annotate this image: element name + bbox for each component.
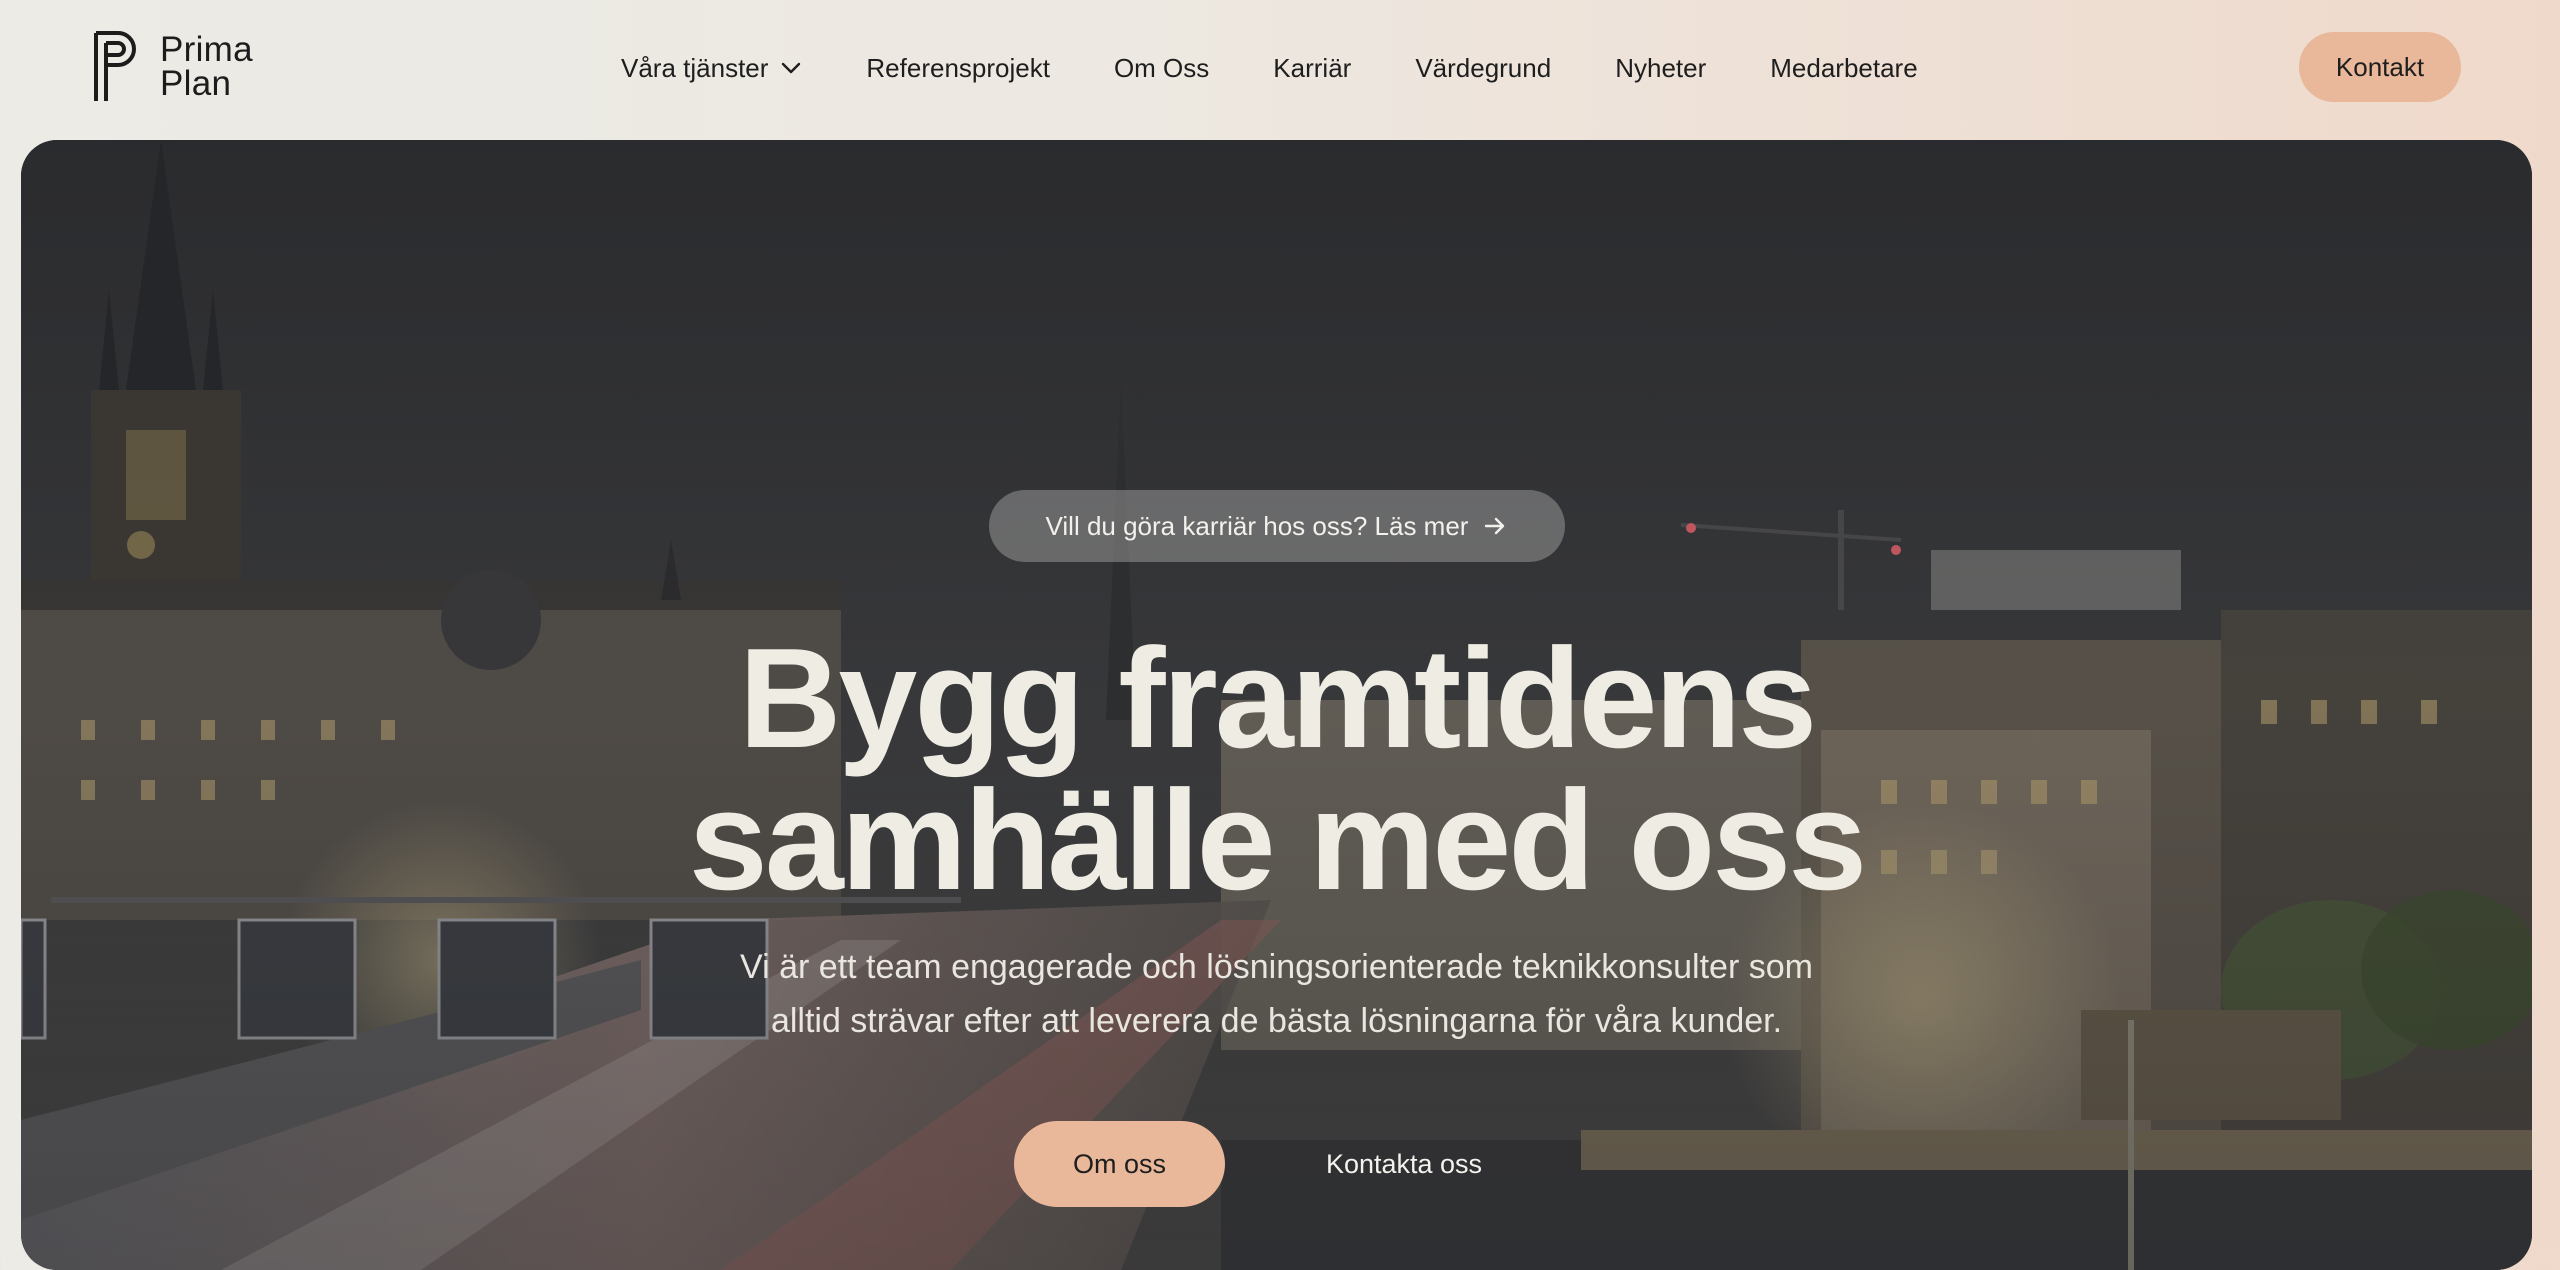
nav-item-label: Värdegrund [1415, 52, 1552, 83]
career-banner-text: Vill du göra karriär hos oss? Läs mer [1045, 510, 1469, 541]
logo-mark-icon [94, 31, 136, 101]
logo[interactable]: Prima Plan [92, 30, 253, 104]
hero-subtitle-line1: Vi är ett team engagerade och lösningsor… [740, 948, 1813, 986]
logo-text-line1: Prima [160, 30, 253, 69]
nav-item-about[interactable]: Om Oss [1114, 53, 1209, 84]
nav-item-label: Om Oss [1113, 52, 1210, 83]
logo-text: Prima Plan [160, 30, 253, 103]
contact-button[interactable]: Kontakt [2299, 32, 2461, 102]
chevron-down-icon [782, 62, 801, 74]
hero-subtitle-line2: alltid strävar efter att leverera de bäs… [770, 1002, 1783, 1040]
nav-item-label: Nyheter [1615, 52, 1707, 83]
hero-subtitle: Vi är ett team engagerade och lösningsor… [21, 940, 2532, 1048]
hero-title-line1: Bygg framtidens [738, 619, 1817, 778]
nav-item-label: Referensprojekt [866, 52, 1050, 83]
logo-text-line2: Plan [160, 64, 232, 103]
nav-item-values[interactable]: Värdegrund [1415, 53, 1551, 84]
hero-title-line2: samhälle med oss [688, 761, 1867, 920]
arrow-right-icon [1485, 517, 1505, 535]
nav-item-label: Medarbetare [1770, 52, 1918, 83]
contact-us-link[interactable]: Kontakta oss [1304, 1121, 1504, 1207]
site-header: Prima Plan Våra tjänster Referensprojekt… [0, 0, 2560, 140]
nav-item-employees[interactable]: Medarbetare [1770, 53, 1917, 84]
nav-item-label: Våra tjänster [621, 52, 769, 83]
nav-item-news[interactable]: Nyheter [1615, 53, 1706, 84]
main-nav: Våra tjänster Referensprojekt Om Oss Kar… [621, 46, 1918, 90]
about-us-button[interactable]: Om oss [1014, 1121, 1225, 1207]
hero-section: Vill du göra karriär hos oss? Läs mer By… [21, 140, 2532, 1270]
nav-item-reference-projects[interactable]: Referensprojekt [866, 53, 1050, 84]
hero-title: Bygg framtidens samhälle med oss [21, 628, 2532, 912]
nav-item-career[interactable]: Karriär [1273, 53, 1351, 84]
nav-item-label: Karriär [1273, 52, 1352, 83]
career-banner-link[interactable]: Vill du göra karriär hos oss? Läs mer [989, 490, 1565, 562]
nav-item-services[interactable]: Våra tjänster [621, 53, 802, 84]
